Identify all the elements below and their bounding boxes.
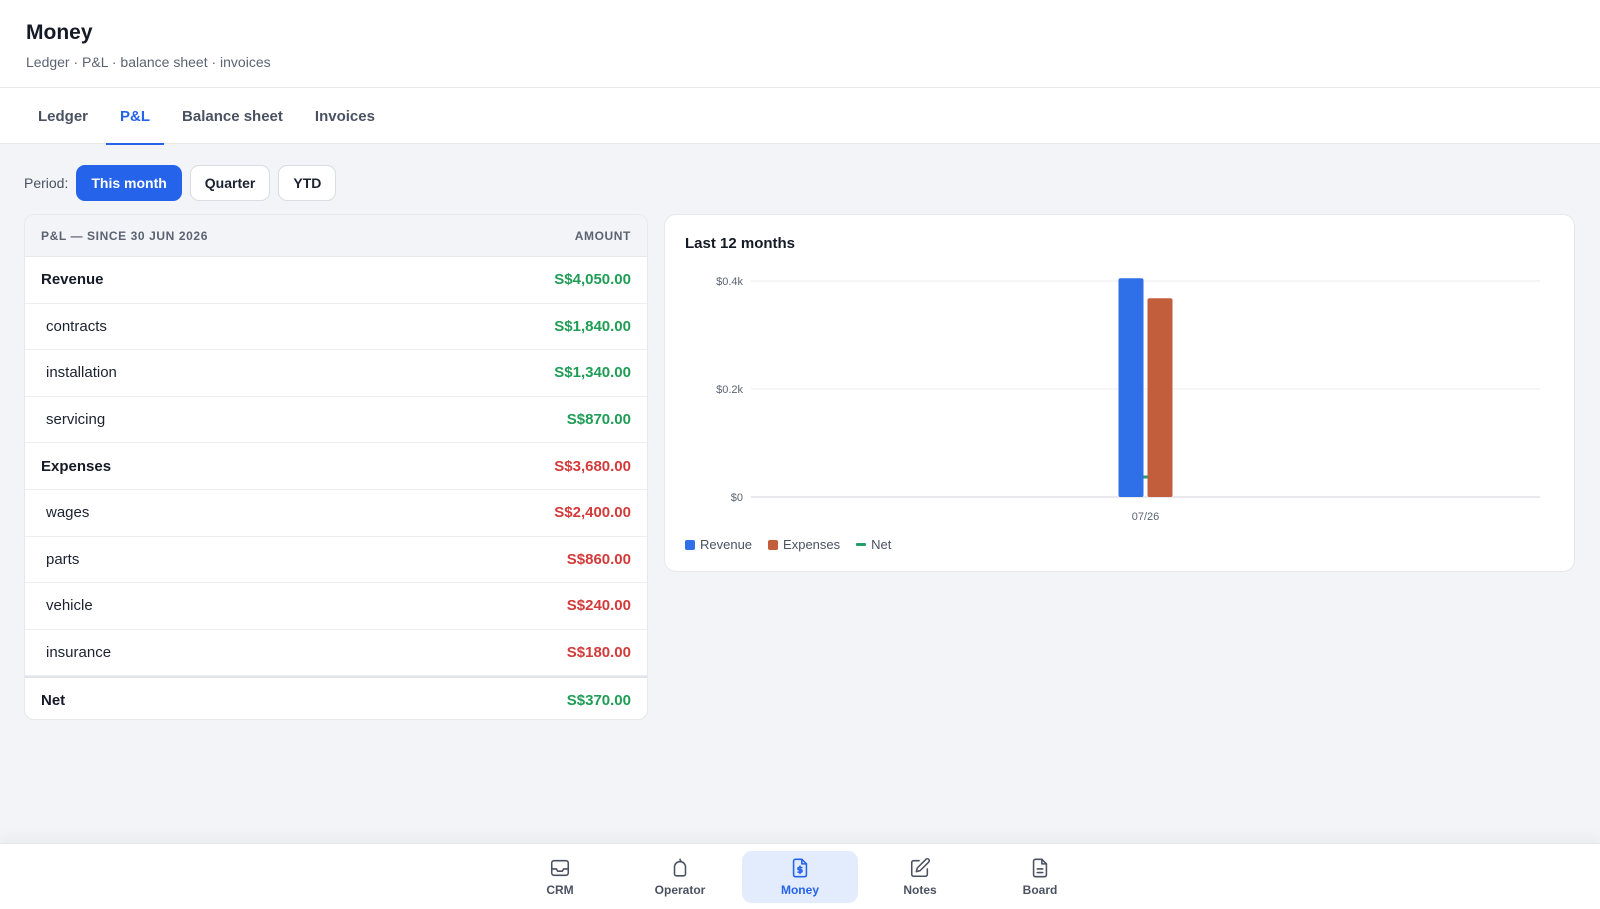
- pl-row-label: contracts: [46, 317, 107, 335]
- invoice-icon: [792, 858, 808, 878]
- pl-row-label: wages: [46, 504, 90, 522]
- legend-label-expenses: Expenses: [783, 537, 841, 552]
- tab-bar: Ledger P&L Balance sheet Invoices: [0, 88, 1600, 145]
- pl-row-label: servicing: [46, 411, 106, 429]
- nav-label-crm: CRM: [546, 883, 574, 897]
- pl-item-row: installation S$1,340.00: [25, 350, 647, 397]
- y-tick-label: $0.2k: [716, 384, 743, 396]
- page-header: Money Ledger · P&L · balance sheet · inv…: [0, 0, 1600, 88]
- page-title: Money: [26, 21, 93, 44]
- bottom-nav: CRM Operator Money Notes Board: [0, 843, 1600, 909]
- period-label: Period:: [24, 175, 69, 191]
- pl-row-label: installation: [46, 364, 117, 382]
- pl-net-label: Net: [41, 691, 66, 709]
- pl-row-amount: S$860.00: [566, 550, 631, 568]
- pl-row-amount: S$1,340.00: [554, 364, 631, 382]
- legend-label-revenue: Revenue: [700, 537, 753, 552]
- pl-row-amount: S$4,050.00: [554, 271, 631, 289]
- inbox-icon: [550, 859, 570, 877]
- tab-balance-sheet[interactable]: Balance sheet: [168, 88, 297, 144]
- pl-item-row: wages S$2,400.00: [25, 490, 647, 537]
- pl-row-label: insurance: [46, 644, 112, 662]
- legend-item-net: Net: [856, 537, 891, 552]
- y-tick-label: $0.4k: [716, 276, 743, 288]
- period-this-month-button[interactable]: This month: [76, 165, 182, 201]
- pl-row-amount: S$1,840.00: [554, 317, 631, 335]
- period-selector: Period: This month Quarter YTD: [24, 165, 344, 201]
- page-subtitle: Ledger · P&L · balance sheet · invoices: [26, 54, 271, 70]
- y-tick-label: $0: [731, 492, 743, 504]
- pl-table-header: P&L — SINCE 30 JUN 2026 AMOUNT: [25, 215, 647, 257]
- tab-ledger[interactable]: Ledger: [24, 88, 102, 144]
- nav-crm[interactable]: CRM: [502, 851, 618, 903]
- pl-row-amount: S$3,680.00: [554, 457, 631, 475]
- pl-row-label: Revenue: [41, 271, 104, 289]
- pl-header-title: P&L — SINCE 30 JUN 2026: [41, 228, 208, 243]
- nav-notes[interactable]: Notes: [862, 851, 978, 903]
- chart-legend: Revenue Expenses Net: [685, 537, 907, 552]
- nav-label-money: Money: [780, 883, 819, 897]
- pl-rows: Revenue S$4,050.00 contracts S$1,840.00 inst…: [25, 257, 647, 677]
- pl-row-amount: S$2,400.00: [554, 504, 631, 522]
- pl-net-row: Net S$370.00: [25, 676, 647, 719]
- bar-chart: $0 $0.2k $0.4k 07/26: [716, 276, 1540, 523]
- pl-item-row: insurance S$180.00: [25, 630, 647, 677]
- edit-icon: [910, 858, 930, 878]
- period-ytd-button[interactable]: YTD: [278, 165, 337, 201]
- pl-net-amount: S$370.00: [566, 691, 631, 709]
- pl-row-label: Expenses: [41, 457, 112, 475]
- legend-item-revenue: Revenue: [685, 537, 752, 552]
- tab-pl[interactable]: P&L: [106, 88, 165, 145]
- pl-header-amount: AMOUNT: [574, 228, 631, 243]
- pl-table: P&L — SINCE 30 JUN 2026 AMOUNT Revenue S$…: [24, 214, 648, 720]
- pl-row-amount: S$180.00: [566, 644, 631, 662]
- pl-item-row: vehicle S$240.00: [25, 583, 647, 630]
- pl-section-row: Revenue S$4,050.00: [25, 257, 647, 304]
- pl-section-row: Expenses S$3,680.00: [25, 443, 647, 490]
- bar-expenses: [1147, 298, 1173, 497]
- legend-swatch-revenue: [685, 539, 695, 550]
- nav-label-notes: Notes: [903, 883, 937, 897]
- pl-row-label: parts: [46, 550, 80, 568]
- pl-item-row: contracts S$1,840.00: [25, 304, 647, 351]
- legend-label-net: Net: [871, 537, 892, 552]
- pl-item-row: parts S$860.00: [25, 537, 647, 584]
- nav-label-board: Board: [1022, 883, 1058, 897]
- legend-swatch-expenses: [768, 539, 779, 550]
- pl-row-label: vehicle: [46, 597, 93, 615]
- nav-operator[interactable]: Operator: [622, 851, 738, 903]
- chart-title: Last 12 months: [685, 235, 796, 252]
- pl-row-amount: S$870.00: [566, 411, 631, 429]
- pl-item-row: servicing S$870.00: [25, 397, 647, 444]
- nav-money[interactable]: Money: [742, 851, 858, 903]
- bar-revenue: [1118, 278, 1144, 497]
- legend-item-expenses: Expenses: [768, 537, 840, 552]
- document-icon: [1032, 858, 1048, 878]
- period-quarter-button[interactable]: Quarter: [189, 165, 271, 201]
- pl-row-amount: S$240.00: [566, 597, 631, 615]
- nav-label-operator: Operator: [654, 883, 706, 897]
- x-tick-label: 07/26: [1132, 511, 1160, 523]
- tab-invoices[interactable]: Invoices: [301, 88, 389, 144]
- operator-icon: [673, 858, 687, 877]
- chart-card: $0 $0.2k $0.4k 07/26 Last 12 months Revenue…: [664, 214, 1575, 572]
- nav-board[interactable]: Board: [982, 851, 1098, 903]
- legend-swatch-net: [856, 543, 867, 546]
